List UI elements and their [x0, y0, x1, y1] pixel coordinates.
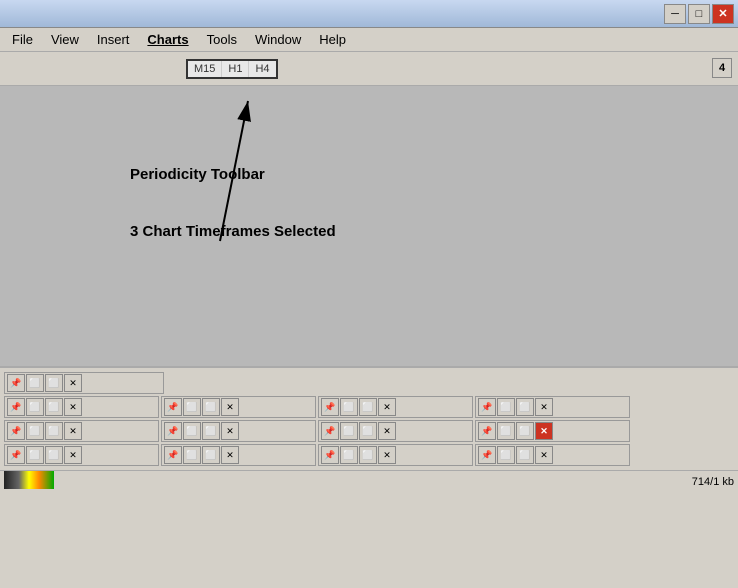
chart-tab-4-3[interactable]: 📌 ⬜ ⬜ ✕	[318, 444, 473, 466]
annotation-title: Periodicity Toolbar	[130, 166, 336, 183]
menu-file[interactable]: File	[4, 30, 41, 49]
chart-tab-3-1[interactable]: 📌 ⬜ ⬜ ✕	[4, 420, 159, 442]
toolbar-badge: 4	[712, 58, 732, 78]
tab-icon-max[interactable]: ⬜	[359, 422, 377, 440]
tab-icon-close[interactable]: ✕	[64, 446, 82, 464]
tab-icon-copy[interactable]: ⬜	[26, 422, 44, 440]
tab-icon-close[interactable]: ✕	[221, 422, 239, 440]
close-button[interactable]: ✕	[712, 4, 734, 24]
tab-icon-max[interactable]: ⬜	[359, 446, 377, 464]
tab-icon-close[interactable]: ✕	[535, 446, 553, 464]
title-bar: ─ □ ✕	[0, 0, 738, 28]
tab-icon-close[interactable]: ✕	[64, 398, 82, 416]
chart-row-3: 📌 ⬜ ⬜ ✕ 📌 ⬜ ⬜ ✕ 📌 ⬜ ⬜ ✕ 📌 ⬜ ⬜ ✕	[4, 420, 734, 442]
chart-tab-3-4[interactable]: 📌 ⬜ ⬜ ✕	[475, 420, 630, 442]
tab-icon-max[interactable]: ⬜	[45, 422, 63, 440]
tab-icon-copy[interactable]: ⬜	[183, 398, 201, 416]
tab-icon-max[interactable]: ⬜	[202, 446, 220, 464]
tab-icon-copy[interactable]: ⬜	[26, 446, 44, 464]
title-bar-controls: ─ □ ✕	[664, 4, 734, 24]
tab-icon-max[interactable]: ⬜	[359, 398, 377, 416]
tab-icon-pin[interactable]: 📌	[321, 422, 339, 440]
menu-help[interactable]: Help	[311, 30, 354, 49]
chart-tab-3-3[interactable]: 📌 ⬜ ⬜ ✕	[318, 420, 473, 442]
tab-icon-close[interactable]: ✕	[378, 398, 396, 416]
tab-icon-pin[interactable]: 📌	[7, 374, 25, 392]
status-bar-icon	[4, 471, 54, 492]
tab-icon-copy[interactable]: ⬜	[497, 422, 515, 440]
period-h4[interactable]: H4	[249, 61, 275, 77]
tab-icon-close[interactable]: ✕	[221, 446, 239, 464]
chart-tab-2-3[interactable]: 📌 ⬜ ⬜ ✕	[318, 396, 473, 418]
menu-view[interactable]: View	[43, 30, 87, 49]
tab-icon-close[interactable]: ✕	[378, 422, 396, 440]
menu-window[interactable]: Window	[247, 30, 309, 49]
menu-bar: File View Insert Charts Tools Window Hel…	[0, 28, 738, 52]
chart-row-1: 📌 ⬜ ⬜ ✕	[4, 372, 734, 394]
tab-icon-pin[interactable]: 📌	[321, 446, 339, 464]
status-bar-info: 714/1 kb	[692, 476, 734, 488]
period-m15[interactable]: M15	[188, 61, 222, 77]
main-content: Periodicity Toolbar 3 Chart Timeframes S…	[0, 86, 738, 366]
tab-icon-copy[interactable]: ⬜	[26, 374, 44, 392]
bottom-panel: 📌 ⬜ ⬜ ✕ 📌 ⬜ ⬜ ✕ 📌 ⬜ ⬜ ✕ 📌 ⬜ ⬜ ✕ 📌 ⬜ ⬜	[0, 366, 738, 470]
tab-icon-copy[interactable]: ⬜	[26, 398, 44, 416]
tab-icon-pin[interactable]: 📌	[164, 446, 182, 464]
tab-icon-pin[interactable]: 📌	[164, 422, 182, 440]
toolbar-area: M15 H1 H4 4	[0, 52, 738, 86]
tab-icon-pin[interactable]: 📌	[7, 422, 25, 440]
annotation-body: 3 Chart Timeframes Selected	[130, 223, 336, 240]
tab-icon-max[interactable]: ⬜	[516, 422, 534, 440]
tab-icon-copy[interactable]: ⬜	[340, 398, 358, 416]
market-indicator-icon	[4, 471, 54, 489]
tab-icon-close-active[interactable]: ✕	[535, 422, 553, 440]
chart-row-2: 📌 ⬜ ⬜ ✕ 📌 ⬜ ⬜ ✕ 📌 ⬜ ⬜ ✕ 📌 ⬜ ⬜ ✕	[4, 396, 734, 418]
tab-icon-copy[interactable]: ⬜	[340, 422, 358, 440]
tab-icon-copy[interactable]: ⬜	[497, 446, 515, 464]
chart-tab-2-4[interactable]: 📌 ⬜ ⬜ ✕	[475, 396, 630, 418]
tab-icon-close[interactable]: ✕	[221, 398, 239, 416]
tab-icon-close[interactable]: ✕	[535, 398, 553, 416]
tab-icon-max[interactable]: ⬜	[45, 446, 63, 464]
tab-icon-pin[interactable]: 📌	[478, 422, 496, 440]
chart-tab-3-2[interactable]: 📌 ⬜ ⬜ ✕	[161, 420, 316, 442]
tab-icon-pin[interactable]: 📌	[7, 398, 25, 416]
tab-icon-close[interactable]: ✕	[64, 422, 82, 440]
chart-tab-4-2[interactable]: 📌 ⬜ ⬜ ✕	[161, 444, 316, 466]
menu-charts[interactable]: Charts	[139, 30, 196, 49]
tab-icon-pin[interactable]: 📌	[7, 446, 25, 464]
tab-icon-copy[interactable]: ⬜	[183, 446, 201, 464]
periodicity-toolbar: M15 H1 H4	[186, 59, 278, 79]
annotation-arrow	[0, 86, 738, 366]
chart-tab-1-1[interactable]: 📌 ⬜ ⬜ ✕	[4, 372, 164, 394]
chart-tab-4-1[interactable]: 📌 ⬜ ⬜ ✕	[4, 444, 159, 466]
menu-insert[interactable]: Insert	[89, 30, 138, 49]
tab-icon-max[interactable]: ⬜	[45, 398, 63, 416]
minimize-button[interactable]: ─	[664, 4, 686, 24]
menu-tools[interactable]: Tools	[199, 30, 245, 49]
chart-row-4: 📌 ⬜ ⬜ ✕ 📌 ⬜ ⬜ ✕ 📌 ⬜ ⬜ ✕ 📌 ⬜ ⬜ ✕	[4, 444, 734, 466]
tab-icon-pin[interactable]: 📌	[478, 398, 496, 416]
tab-icon-max[interactable]: ⬜	[516, 446, 534, 464]
maximize-button[interactable]: □	[688, 4, 710, 24]
tab-icon-copy[interactable]: ⬜	[340, 446, 358, 464]
tab-icon-pin[interactable]: 📌	[321, 398, 339, 416]
chart-tab-4-4[interactable]: 📌 ⬜ ⬜ ✕	[475, 444, 630, 466]
tab-icon-pin[interactable]: 📌	[478, 446, 496, 464]
period-h1[interactable]: H1	[222, 61, 249, 77]
tab-icon-close[interactable]: ✕	[378, 446, 396, 464]
tab-icon-max[interactable]: ⬜	[202, 422, 220, 440]
tab-icon-max[interactable]: ⬜	[202, 398, 220, 416]
tab-icon-close[interactable]: ✕	[64, 374, 82, 392]
status-bar: 714/1 kb	[0, 470, 738, 492]
tab-icon-pin[interactable]: 📌	[164, 398, 182, 416]
tab-icon-max[interactable]: ⬜	[45, 374, 63, 392]
chart-tab-2-1[interactable]: 📌 ⬜ ⬜ ✕	[4, 396, 159, 418]
tab-icon-max[interactable]: ⬜	[516, 398, 534, 416]
tab-icon-copy[interactable]: ⬜	[183, 422, 201, 440]
annotation-container: Periodicity Toolbar 3 Chart Timeframes S…	[130, 166, 336, 240]
tab-icon-copy[interactable]: ⬜	[497, 398, 515, 416]
chart-tab-2-2[interactable]: 📌 ⬜ ⬜ ✕	[161, 396, 316, 418]
